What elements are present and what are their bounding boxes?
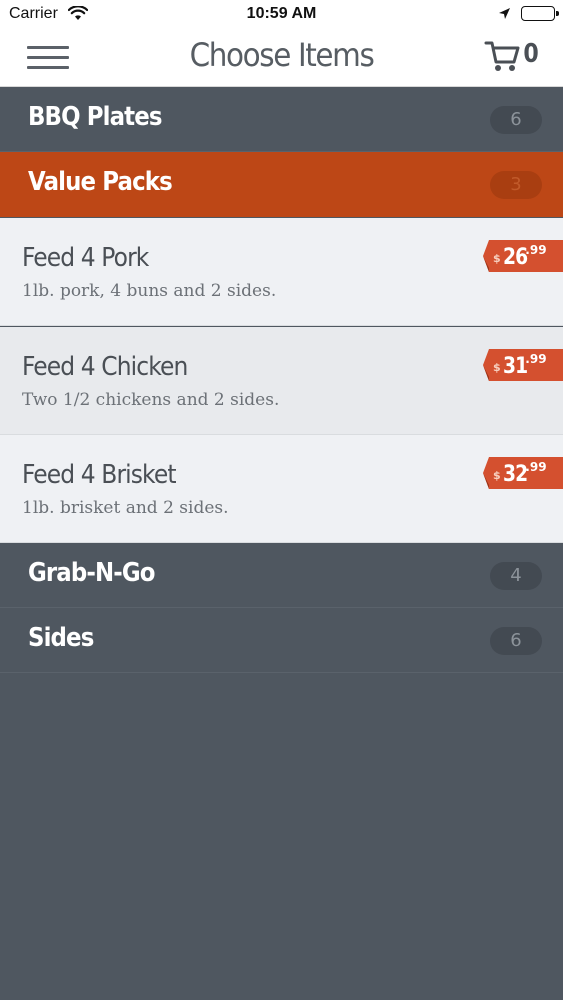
price-currency: $ [493,361,501,374]
price-currency: $ [493,469,501,482]
item-name: Feed 4 Chicken [22,352,188,382]
item-description: 1lb. brisket and 2 sides. [22,498,229,518]
status-bar: Carrier 10:59 AM [0,0,563,28]
category-count-badge: 6 [490,627,542,655]
carrier-label: Carrier [9,5,58,22]
category-label: BBQ Plates [28,102,163,132]
category-label: Grab-N-Go [28,558,155,588]
category-label: Sides [28,623,94,653]
item-description: 1lb. pork, 4 buns and 2 sides. [22,281,277,301]
price-tag: $26.99 [483,240,563,272]
battery-icon [521,6,559,21]
price-cents: .99 [525,460,547,474]
item-description: Two 1/2 chickens and 2 sides. [22,390,280,410]
category-count-badge: 6 [490,106,542,134]
price-cents: .99 [525,243,547,257]
menu-item-feed-4-brisket[interactable]: Feed 4 Brisket 1lb. brisket and 2 sides.… [0,435,563,543]
cart-icon[interactable] [484,40,520,79]
category-label: Value Packs [28,167,173,197]
category-bbq-plates[interactable]: BBQ Plates 6 [0,87,563,152]
price-cents: .99 [525,352,547,366]
cart-count: 0 [523,39,539,69]
price-value: 31 [502,354,528,379]
page-title: Choose Items [189,36,375,74]
price-tag: $31.99 [483,349,563,381]
category-count-badge: 3 [490,171,542,199]
menu-item-feed-4-pork[interactable]: Feed 4 Pork 1lb. pork, 4 buns and 2 side… [0,218,563,326]
price-tag: $32.99 [483,457,563,489]
navigation-bar: Choose Items 0 [0,28,563,87]
price-value: 32 [502,462,528,487]
category-value-packs[interactable]: Value Packs 3 [0,152,563,217]
hamburger-icon[interactable] [27,46,69,70]
price-currency: $ [493,252,501,265]
price-value: 26 [502,245,528,270]
category-grab-n-go[interactable]: Grab-N-Go 4 [0,543,563,608]
item-name: Feed 4 Brisket [22,460,177,490]
menu-item-feed-4-chicken[interactable]: Feed 4 Chicken Two 1/2 chickens and 2 si… [0,327,563,435]
wifi-icon [67,5,89,26]
location-arrow-icon [498,7,511,25]
category-count-badge: 4 [490,562,542,590]
item-name: Feed 4 Pork [22,243,149,273]
category-sides[interactable]: Sides 6 [0,608,563,673]
